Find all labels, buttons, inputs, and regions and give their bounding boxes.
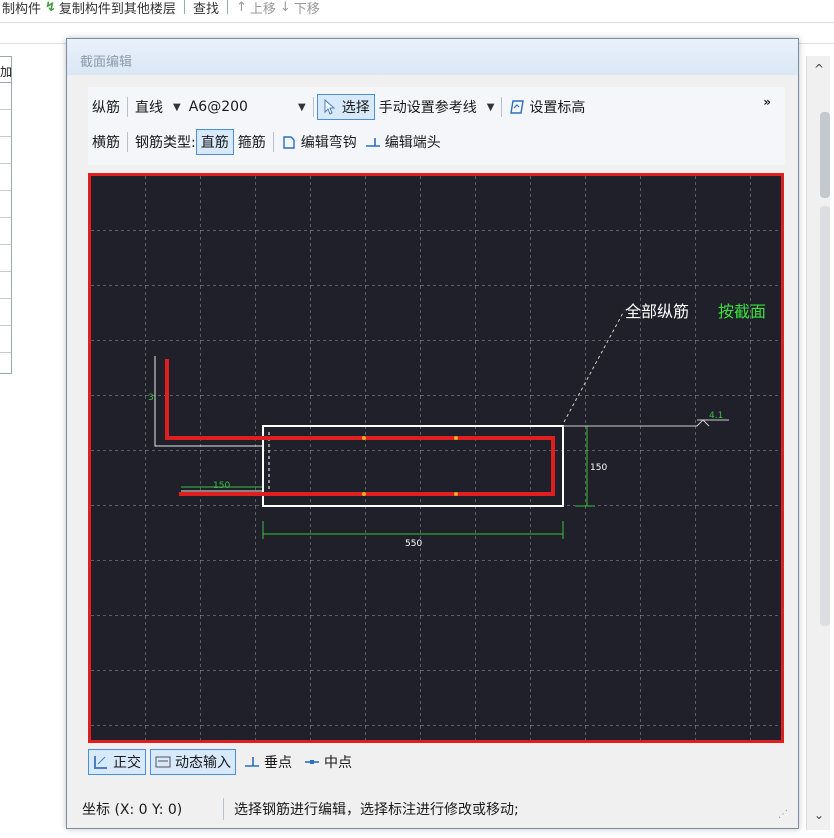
separator bbox=[127, 97, 128, 117]
stirrup-button[interactable]: 箍筋 bbox=[234, 129, 270, 155]
table-row[interactable] bbox=[0, 110, 11, 137]
scrollbar-thumb[interactable] bbox=[820, 112, 830, 198]
straight-rebar-button[interactable]: 直筋 bbox=[195, 129, 234, 155]
table-header: 加 bbox=[0, 57, 11, 83]
table-row[interactable] bbox=[0, 191, 11, 218]
longitudinal-rebar-tab[interactable]: 纵筋 bbox=[88, 94, 124, 120]
copy-floor-icon: ↯ bbox=[45, 0, 56, 15]
scroll-down-icon[interactable]: ⌄ bbox=[807, 802, 831, 830]
edit-hook-button[interactable]: 编辑弯钩 bbox=[277, 129, 361, 155]
table-row[interactable] bbox=[0, 299, 11, 326]
cursor-icon bbox=[324, 99, 336, 115]
select-button[interactable]: 选择 bbox=[316, 94, 375, 120]
rebar-type-label: 钢筋类型: bbox=[135, 135, 196, 151]
midpoint-snap-button[interactable]: 中点 bbox=[300, 749, 356, 775]
separator bbox=[183, 0, 185, 14]
separator bbox=[127, 132, 128, 152]
rebar-spec-dropdown[interactable]: A6@200 ▼ bbox=[185, 94, 310, 120]
table-row[interactable] bbox=[0, 245, 11, 272]
drawing-canvas[interactable]: 全部纵筋 按截面 3 150 550 150 4.1 bbox=[88, 173, 784, 743]
edit-end-button[interactable]: 编辑端头 bbox=[361, 129, 445, 155]
table-row[interactable] bbox=[0, 137, 11, 164]
dim-width-label[interactable]: 550 bbox=[405, 539, 422, 549]
move-down-button[interactable]: ↓ 下移 bbox=[279, 0, 320, 17]
status-message: 选择钢筋进行编辑，选择标注进行修改或移动; bbox=[234, 802, 519, 818]
scrollbar-track[interactable] bbox=[820, 206, 830, 626]
down-arrow-icon: ↓ bbox=[279, 0, 291, 15]
top-toolbar: 制构件 ↯ 复制构件到其他楼层 查找 ↑ 上移 ↓ 下移 bbox=[0, 0, 834, 22]
vertical-scrollbar[interactable]: ^ ⌄ bbox=[806, 56, 830, 830]
dynamic-input-toggle[interactable]: 动态输入 bbox=[150, 749, 236, 775]
section-edit-dialog: 截面编辑 纵筋 直线 ▼ A6@200 ▼ 选择 手动设置参考线 ▼ 设置标高 … bbox=[66, 38, 799, 829]
ribbon-row-1: 纵筋 直线 ▼ A6@200 ▼ 选择 手动设置参考线 ▼ 设置标高 bbox=[88, 92, 589, 122]
annotation-all-rebar[interactable]: 全部纵筋 bbox=[625, 302, 689, 321]
copy-component-button[interactable]: 制构件 bbox=[2, 0, 41, 17]
annotation-by-section[interactable]: 按截面 bbox=[718, 302, 766, 321]
dim-height-label[interactable]: 150 bbox=[590, 463, 607, 473]
separator bbox=[226, 0, 228, 14]
table-row[interactable] bbox=[0, 218, 11, 245]
ortho-icon bbox=[94, 756, 107, 769]
move-up-button[interactable]: ↑ 上移 bbox=[235, 0, 276, 17]
line-mode-dropdown[interactable]: 直线 ▼ bbox=[131, 94, 185, 120]
dim-side-label[interactable]: 3 bbox=[148, 393, 154, 403]
perpendicular-icon bbox=[245, 757, 259, 767]
chevron-down-icon: ▼ bbox=[486, 101, 495, 113]
elevation-label[interactable]: 4.1 bbox=[709, 411, 723, 421]
table-row[interactable] bbox=[0, 164, 11, 191]
ortho-toggle[interactable]: 正交 bbox=[88, 749, 146, 775]
snap-toolbar: 正交 动态输入 垂点 中点 bbox=[88, 745, 785, 779]
dynamic-input-icon bbox=[155, 756, 171, 768]
midpoint-icon bbox=[305, 760, 319, 764]
transverse-rebar-tab[interactable]: 横筋 bbox=[88, 129, 124, 155]
table-row[interactable] bbox=[0, 83, 11, 110]
rebar-point[interactable] bbox=[454, 436, 458, 440]
perpendicular-snap-button[interactable]: 垂点 bbox=[240, 749, 296, 775]
chevron-down-icon: ▼ bbox=[298, 101, 306, 113]
rebar-point[interactable] bbox=[362, 436, 366, 440]
rebar-point[interactable] bbox=[454, 492, 458, 496]
rebar-point[interactable] bbox=[362, 492, 366, 496]
elevation-icon bbox=[510, 100, 525, 114]
ribbon-toolbar: 纵筋 直线 ▼ A6@200 ▼ 选择 手动设置参考线 ▼ 设置标高 » 横筋 … bbox=[88, 87, 785, 165]
chevron-down-icon: ▼ bbox=[173, 101, 181, 113]
copy-to-floor-button[interactable]: ↯ 复制构件到其他楼层 bbox=[45, 0, 176, 17]
table-row[interactable] bbox=[0, 326, 11, 353]
separator bbox=[501, 97, 503, 117]
separator bbox=[272, 132, 274, 152]
reference-line-dropdown[interactable]: 手动设置参考线 ▼ bbox=[375, 94, 499, 120]
find-button[interactable]: 查找 bbox=[193, 0, 219, 17]
ribbon-row-2: 横筋 钢筋类型: 直筋 箍筋 编辑弯钩 编辑端头 bbox=[88, 127, 445, 157]
dialog-title[interactable]: 截面编辑 bbox=[67, 39, 798, 75]
property-table: 加 bbox=[0, 56, 12, 374]
dim-left-label[interactable]: 150 bbox=[213, 481, 230, 491]
hook-icon bbox=[283, 136, 295, 149]
scroll-up-icon[interactable]: ^ bbox=[807, 56, 831, 84]
coordinate-readout: 坐标 (X: 0 Y: 0) bbox=[72, 798, 224, 820]
more-tools-button[interactable]: » bbox=[763, 95, 771, 109]
status-bar: 坐标 (X: 0 Y: 0) 选择钢筋进行编辑，选择标注进行修改或移动; ⋰ bbox=[72, 794, 792, 824]
table-row[interactable] bbox=[0, 272, 11, 299]
resize-grip-icon[interactable]: ⋰ bbox=[778, 809, 788, 820]
up-arrow-icon: ↑ bbox=[235, 0, 247, 15]
end-icon bbox=[365, 138, 380, 147]
section-drawing[interactable]: 全部纵筋 按截面 3 150 550 150 4.1 bbox=[91, 176, 781, 740]
grid-background bbox=[91, 176, 781, 740]
separator bbox=[312, 97, 314, 117]
set-elevation-button[interactable]: 设置标高 bbox=[505, 94, 589, 120]
